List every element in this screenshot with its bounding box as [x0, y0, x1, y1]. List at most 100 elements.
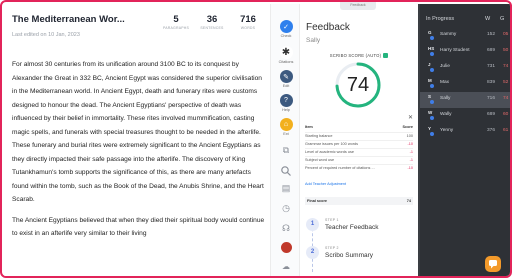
- stat-value: 5: [173, 14, 179, 25]
- row-score: -10: [407, 142, 414, 146]
- row-item: Level of academic words use: [305, 150, 354, 154]
- stat-sentences: 36 SENTENCES: [198, 14, 226, 30]
- word-count: 689: [487, 112, 496, 117]
- avatar: S: [428, 94, 432, 99]
- table-row: Percent of required number of citations …: [305, 164, 413, 171]
- document-body[interactable]: For almost 30 centuries from its unifica…: [12, 58, 268, 248]
- status-dot: [430, 116, 434, 120]
- document-title: The Mediterranean Wor...: [12, 14, 125, 25]
- row-score: -1: [409, 158, 413, 162]
- student-name: Sally: [306, 37, 321, 44]
- step-number: 1: [306, 218, 319, 231]
- grade: 74: [503, 96, 509, 101]
- list-item[interactable]: Y Yenny 376 61: [420, 124, 510, 140]
- pencil-icon: ✎: [279, 70, 293, 83]
- word-count: 689: [487, 48, 496, 53]
- col-grade: G: [500, 16, 505, 22]
- list-heading: In Progress: [426, 16, 455, 22]
- tool-edit[interactable]: ✎ Edit: [274, 70, 298, 88]
- avatar: M: [428, 78, 432, 83]
- stat-value: 36: [206, 14, 218, 25]
- step-caption: STEP 2: [325, 246, 339, 250]
- grade: 52: [503, 80, 509, 85]
- word-count: 376: [487, 128, 496, 133]
- list-item[interactable]: G Sammy 152 05: [420, 28, 510, 44]
- asterisk-icon: ✱: [279, 46, 293, 59]
- table-row: Starting balance 100: [305, 132, 413, 139]
- student-name: Wally: [440, 112, 452, 117]
- row-item: Grammar issues per 100 words: [305, 142, 358, 146]
- step-teacher-feedback[interactable]: 1 STEP 1 Teacher Feedback: [305, 214, 413, 236]
- row-item: Starting balance: [305, 134, 333, 138]
- tool-check[interactable]: ✓ Check: [274, 20, 298, 38]
- score-label-text: SCRIBO SCORE (AUTO): [329, 53, 382, 58]
- status-dot: [430, 132, 434, 136]
- tab-feedback[interactable]: Feedback: [340, 2, 376, 10]
- row-score: -10: [407, 166, 414, 170]
- tool-search[interactable]: [274, 164, 298, 182]
- tool-document[interactable]: ▤: [274, 182, 298, 195]
- table-row: Subject word use -1: [305, 156, 413, 163]
- app-frame: The Mediterranean Wor... Last edited on …: [0, 0, 512, 278]
- grade: 60: [503, 112, 509, 117]
- tool-help[interactable]: ? Help: [274, 94, 298, 112]
- student-name: Yenny: [440, 128, 454, 133]
- list-item[interactable]: J Julie 731 74: [420, 60, 510, 76]
- auto-score-icon: [383, 53, 389, 59]
- student-list: In Progress W G G Sammy 152 05 HS Harry Stude…: [420, 4, 510, 276]
- add-adjustment-link[interactable]: Add Teacher Adjustment: [305, 182, 346, 186]
- row-score: 100: [406, 134, 413, 138]
- final-score-row: Final score 74: [305, 197, 413, 205]
- home-icon: ⌂: [279, 118, 293, 131]
- tool-label: Edit: [282, 84, 290, 88]
- grade: 05: [503, 32, 509, 37]
- step-caption: STEP 1: [325, 218, 339, 222]
- stat-value: 716: [240, 14, 256, 25]
- close-icon[interactable]: ✕: [408, 114, 413, 121]
- list-item[interactable]: HS Harry Student 689 50: [420, 44, 510, 60]
- avatar: Y: [428, 126, 432, 131]
- list-item[interactable]: W Wally 689 60: [420, 108, 510, 124]
- avatar: G: [428, 30, 432, 35]
- status-dot: [430, 68, 434, 72]
- tool-copy[interactable]: ⧉: [274, 144, 298, 157]
- row-item: Percent of required number of citations …: [305, 166, 375, 170]
- tool-citations[interactable]: ✱ Citations: [274, 46, 298, 64]
- flag-icon: [280, 242, 292, 253]
- step-number: 2: [306, 246, 319, 259]
- grade: 74: [503, 64, 509, 69]
- avatar: HS: [428, 46, 435, 51]
- tool-label: Ext: [283, 132, 289, 136]
- student-name: Harry Student: [440, 48, 470, 53]
- list-item[interactable]: M Max 839 52: [420, 76, 510, 92]
- grade: 50: [503, 48, 509, 53]
- step-scribo-summary[interactable]: 2 STEP 2 Scribo Summary: [305, 242, 413, 264]
- status-dot: [430, 52, 434, 56]
- search-icon: [281, 166, 291, 176]
- grade: 61: [503, 128, 509, 133]
- tool-language[interactable]: [274, 242, 298, 253]
- steps: 1 STEP 1 Teacher Feedback 2 STEP 2 Scrib…: [305, 212, 413, 276]
- chat-icon: [489, 260, 497, 269]
- tool-cloud[interactable]: ☁: [274, 260, 298, 273]
- col-score: Score: [402, 125, 413, 129]
- document-pane: The Mediterranean Wor... Last edited on …: [4, 4, 270, 276]
- word-count: 839: [487, 80, 496, 85]
- list-item[interactable]: S Sally 716 74: [420, 92, 510, 108]
- col-words: W: [485, 16, 491, 22]
- word-count: 716: [487, 96, 496, 101]
- stat-label: WORDS: [240, 26, 256, 30]
- status-dot: [430, 36, 434, 40]
- tool-history[interactable]: ◷: [274, 202, 298, 215]
- tool-sidebar: ✓ Check ✱ Citations ✎ Edit ? Help ⌂ Ext …: [270, 4, 300, 276]
- final-label: Final score: [307, 199, 328, 203]
- check-icon: ✓: [279, 20, 293, 33]
- chat-button[interactable]: [485, 256, 501, 272]
- cloud-icon: ☁: [282, 262, 290, 271]
- stat-paragraphs: 5 PARAGRAPHS: [162, 14, 190, 30]
- tool-ext[interactable]: ⌂ Ext: [274, 118, 298, 136]
- stat-label: SENTENCES: [200, 26, 224, 30]
- tool-headphones[interactable]: ☊: [274, 222, 298, 235]
- paragraph: For almost 30 centuries from its unifica…: [12, 61, 264, 203]
- stat-words: 716 WORDS: [234, 14, 262, 30]
